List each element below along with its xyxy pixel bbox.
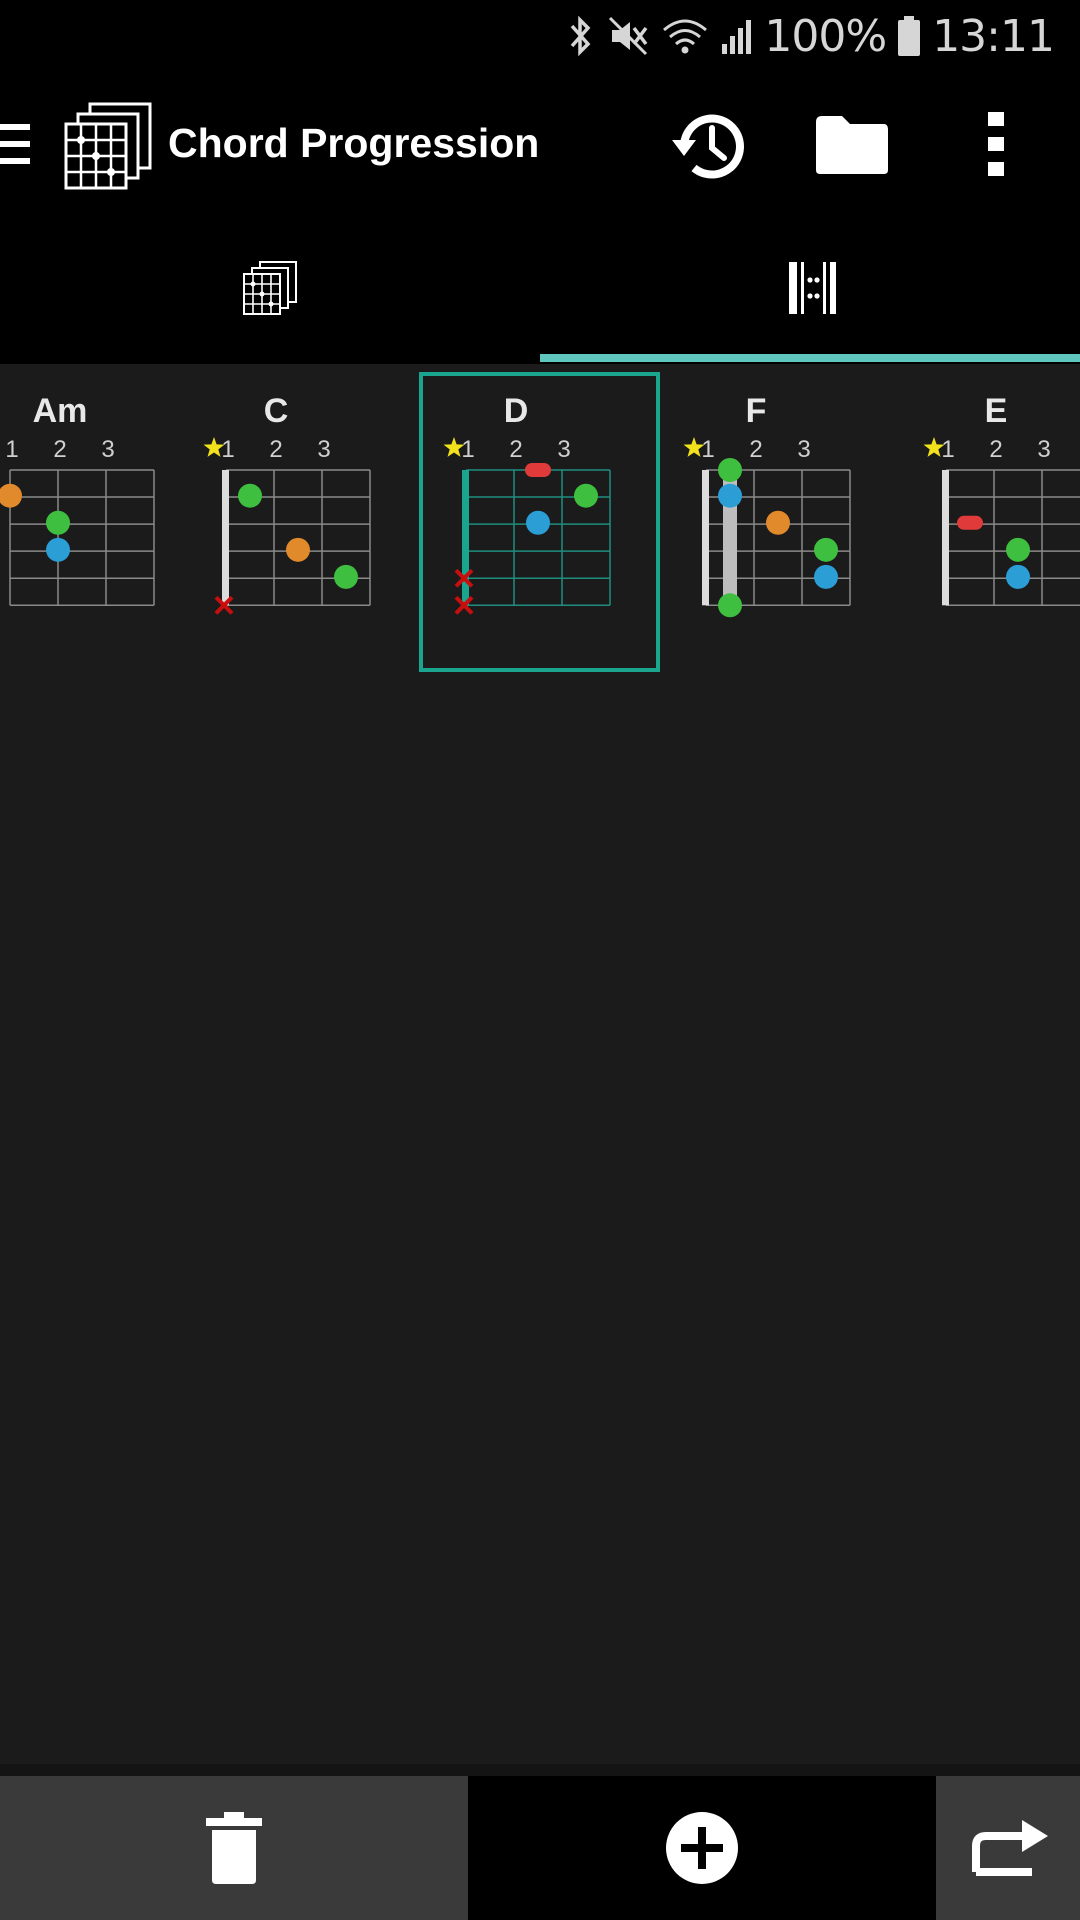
wifi-icon [663, 19, 708, 54]
bluetooth-icon [571, 15, 591, 57]
bottom-action-bar [0, 1776, 1080, 1920]
history-icon[interactable] [668, 108, 748, 184]
app-title: Chord Progression [168, 120, 540, 166]
finger-dot [718, 483, 742, 508]
delete-button[interactable] [0, 1776, 468, 1920]
menu-icon[interactable] [0, 122, 30, 166]
selected-tab-indicator [540, 354, 1080, 362]
repeat-bar-icon [789, 262, 836, 314]
tab-bar [0, 216, 1080, 364]
more-vertical-icon[interactable] [978, 108, 1014, 180]
chord-list-tab[interactable] [0, 216, 540, 364]
fret-label: 3 [101, 436, 114, 463]
finger-dot [1006, 564, 1030, 589]
finger-dot [814, 564, 838, 589]
repeat-icon [972, 1820, 1048, 1876]
mute-icon [609, 16, 648, 56]
finger-dot [526, 510, 550, 535]
finger-dot [238, 483, 262, 508]
trash-icon [206, 1812, 262, 1884]
signal-icon [722, 20, 752, 54]
chord-diagrams: Am 1 2 3 C 1 2 3 D 1 2 3 F 1 2 3 E 1 2 3 [0, 372, 1080, 672]
folder-icon[interactable] [812, 112, 892, 178]
chord-name-Am: Am [33, 392, 88, 430]
fret-label: 2 [749, 436, 762, 463]
finger-dot [814, 537, 838, 562]
finger-bar [957, 515, 983, 530]
finger-dot [766, 510, 790, 535]
fret-label: 2 [269, 436, 282, 463]
finger-dot [1006, 537, 1030, 562]
finger-dot [46, 537, 70, 562]
fret-label: 1 [941, 436, 954, 463]
fret-label: 3 [1037, 436, 1050, 463]
fret-label: 2 [989, 436, 1002, 463]
fret-label: 2 [509, 436, 522, 463]
battery-percent: 100% [764, 10, 887, 62]
bottom-divider [0, 1764, 1080, 1776]
nut [222, 470, 229, 606]
finger-dot [574, 483, 598, 508]
battery-icon [898, 16, 921, 56]
finger-dot [718, 593, 742, 618]
status-bar: 100% 13:11 [0, 0, 1080, 72]
fret-label: 2 [53, 436, 66, 463]
chord-progression-strip: Am 1 2 3 C 1 2 3 D 1 2 3 F 1 2 3 E 1 2 3 [0, 364, 1080, 684]
nut [702, 470, 709, 606]
finger-dot [0, 483, 22, 508]
finger-dot [46, 510, 70, 535]
fret-label: 1 [5, 436, 18, 463]
fret-label: 3 [557, 436, 570, 463]
chord-name-D: D [504, 392, 529, 430]
finger-bar [525, 463, 551, 477]
repeat-button[interactable] [936, 1776, 1080, 1920]
finger-dot [334, 564, 358, 589]
fret-label: 3 [797, 436, 810, 463]
chord-group: Am 1 2 3 C 1 2 3 D 1 2 3 F 1 2 3 E 1 2 3 [0, 372, 1080, 672]
chord-sheets-icon [243, 261, 297, 315]
fret-label: 3 [317, 436, 330, 463]
chord-name-C: C [264, 392, 289, 430]
progression-tab[interactable] [540, 216, 1080, 364]
fret-label: 1 [221, 436, 234, 463]
add-chord-button[interactable] [468, 1776, 936, 1920]
chord-name-E: E [985, 392, 1008, 430]
finger-dot [286, 537, 310, 562]
chord-name-F: F [746, 392, 767, 430]
clock: 13:11 [932, 10, 1055, 62]
add-circle-icon [666, 1812, 738, 1884]
nut [942, 470, 949, 606]
finger-dot [718, 458, 742, 482]
chord-sheets-logo-icon [64, 102, 152, 190]
app-bar: Chord Progression [0, 72, 1080, 216]
fret-label: 1 [461, 436, 474, 463]
fret-label: 1 [701, 436, 714, 463]
